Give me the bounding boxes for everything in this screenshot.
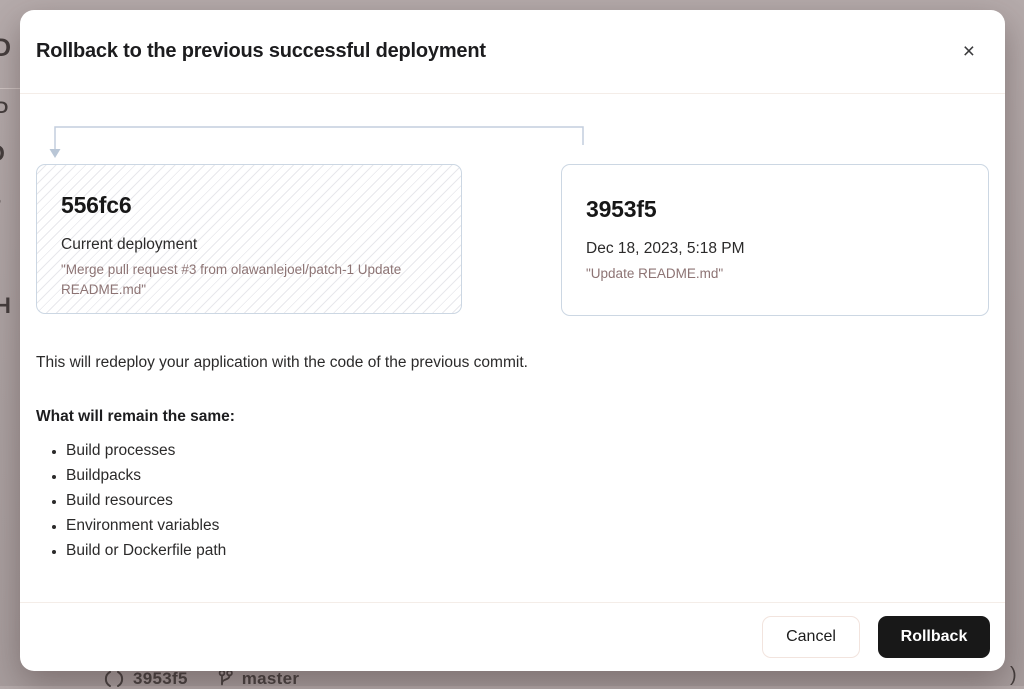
backdrop-text-fragment: D (0, 36, 11, 61)
deployment-cards: 556fc6 Current deployment "Merge pull re… (36, 164, 989, 316)
previous-commit-hash: 3953f5 (586, 196, 964, 223)
remain-same-heading: What will remain the same: (36, 408, 989, 426)
dialog-title: Rollback to the previous successful depl… (36, 40, 486, 63)
current-commit-message: "Merge pull request #3 from olawanlejoel… (61, 260, 437, 300)
rollback-dialog: Rollback to the previous successful depl… (20, 10, 1005, 671)
backdrop-commit-row: 3953f5 master (104, 669, 299, 689)
backdrop-divider-fragment (0, 88, 20, 89)
redeploy-description: This will redeploy your application with… (36, 354, 989, 372)
list-item: Build processes (66, 443, 989, 459)
backdrop-commit-hash: 3953f5 (133, 669, 188, 689)
remain-same-list: Build processes Buildpacks Build resourc… (36, 443, 989, 559)
backdrop-branch-name: master (242, 669, 300, 689)
dialog-footer: Cancel Rollback (20, 602, 1005, 671)
rollback-arrow-connector (36, 94, 988, 164)
list-item: Build resources (66, 493, 989, 509)
list-item: Environment variables (66, 518, 989, 534)
list-item: Buildpacks (66, 468, 989, 484)
backdrop-text-fragment: H (0, 295, 11, 317)
current-deployment-card: 556fc6 Current deployment "Merge pull re… (36, 164, 462, 314)
list-item: Build or Dockerfile path (66, 543, 989, 559)
backdrop-avatar-fragment: ● (0, 191, 2, 211)
close-icon[interactable]: × (955, 39, 983, 64)
dialog-body: 556fc6 Current deployment "Merge pull re… (20, 94, 1005, 602)
previous-commit-message: "Update README.md" (586, 264, 964, 284)
commit-icon (104, 669, 124, 689)
backdrop-text-fragment: D (0, 99, 8, 116)
backdrop-icon-fragment: O (0, 142, 5, 165)
backdrop-text-fragment: ) (1010, 665, 1017, 685)
rollback-button[interactable]: Rollback (878, 616, 990, 658)
current-commit-hash: 556fc6 (61, 192, 437, 219)
arrow-down-icon (50, 149, 61, 158)
cancel-button[interactable]: Cancel (762, 616, 860, 658)
previous-deployment-date: Dec 18, 2023, 5:18 PM (586, 240, 964, 258)
previous-deployment-card: 3953f5 Dec 18, 2023, 5:18 PM "Update REA… (561, 164, 989, 316)
dialog-header: Rollback to the previous successful depl… (20, 10, 1005, 94)
branch-icon (218, 669, 233, 689)
current-deployment-label: Current deployment (61, 236, 437, 254)
